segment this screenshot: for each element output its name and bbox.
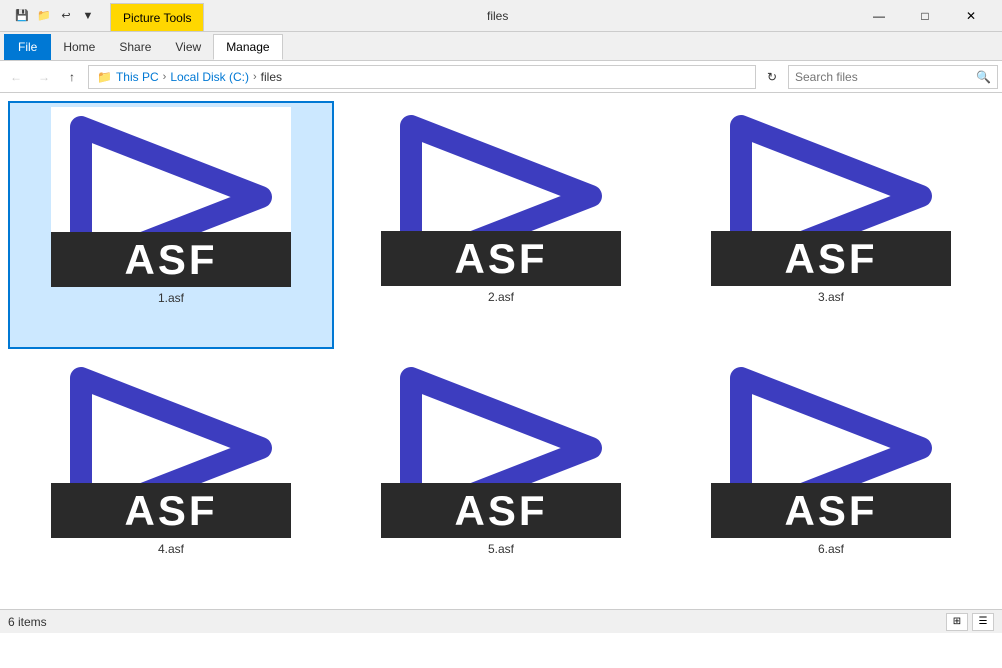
file-name: 5.asf [488,542,514,556]
address-bar: ← → ↑ 📁 This PC › Local Disk (C:) › file… [0,61,1002,93]
file-item[interactable]: ASF 4.asf [8,353,334,601]
file-thumbnail: ASF [711,106,951,286]
refresh-button[interactable]: ↻ [760,65,784,89]
svg-text:ASF: ASF [785,487,878,534]
file-item[interactable]: ASF 2.asf [338,101,664,349]
asf-icon: ASF [381,106,621,286]
svg-text:ASF: ASF [455,487,548,534]
toolbar-dropdown-icon[interactable]: ▼ [78,6,98,26]
file-thumbnail: ASF [711,358,951,538]
file-item[interactable]: ASF 1.asf [8,101,334,349]
file-name: 4.asf [158,542,184,556]
breadcrumb-this-pc[interactable]: This PC [116,70,159,84]
file-thumbnail: ASF [381,358,621,538]
up-button[interactable]: ↑ [60,65,84,89]
breadcrumb-files: files [261,70,282,84]
asf-icon: ASF [381,358,621,538]
maximize-button[interactable]: □ [902,0,948,32]
ribbon-tabs: File Home Share View Manage [0,32,1002,60]
file-name: 6.asf [818,542,844,556]
view-controls: ⊞ ☰ [946,613,994,631]
quick-access-toolbar: 💾 📁 ↩ ▼ [8,4,102,28]
svg-text:ASF: ASF [785,235,878,282]
status-bar: 6 items ⊞ ☰ [0,609,1002,633]
close-button[interactable]: ✕ [948,0,994,32]
address-input[interactable]: 📁 This PC › Local Disk (C:) › files [88,65,756,89]
folder-icon[interactable]: 📁 [34,6,54,26]
file-name: 2.asf [488,290,514,304]
file-item[interactable]: ASF 3.asf [668,101,994,349]
back-button[interactable]: ← [4,65,28,89]
tab-home[interactable]: Home [51,34,107,60]
search-box[interactable]: 🔍 [788,65,998,89]
asf-icon: ASF [51,358,291,538]
file-thumbnail: ASF [51,107,291,287]
file-item[interactable]: ASF 6.asf [668,353,994,601]
window-title: files [487,9,856,23]
minimize-button[interactable]: — [856,0,902,32]
asf-icon: ASF [51,107,291,287]
tab-manage[interactable]: Manage [213,34,282,60]
tab-view[interactable]: View [163,34,213,60]
undo-icon[interactable]: ↩ [56,6,76,26]
file-thumbnail: ASF [51,358,291,538]
picture-tools-tab[interactable]: Picture Tools [110,3,204,31]
svg-text:ASF: ASF [455,235,548,282]
status-count: 6 items [8,615,47,629]
picture-tools-label: Picture Tools [123,11,191,25]
file-grid: ASF 1.asf ASF [0,93,1002,609]
folder-small-icon: 📁 [97,70,112,84]
file-thumbnail: ASF [381,106,621,286]
search-icon: 🔍 [976,70,991,84]
window-controls: — □ ✕ [856,0,994,32]
file-item[interactable]: ASF 5.asf [338,353,664,601]
file-name: 1.asf [158,291,184,305]
ribbon: File Home Share View Manage [0,32,1002,61]
save-icon[interactable]: 💾 [12,6,32,26]
tab-file[interactable]: File [4,34,51,60]
breadcrumb-local-disk[interactable]: Local Disk (C:) [170,70,249,84]
asf-icon: ASF [711,358,951,538]
tab-share[interactable]: Share [107,34,163,60]
svg-text:ASF: ASF [125,487,218,534]
title-bar: 💾 📁 ↩ ▼ Picture Tools files — □ ✕ [0,0,1002,32]
file-name: 3.asf [818,290,844,304]
search-input[interactable] [795,70,972,84]
asf-icon: ASF [711,106,951,286]
title-tabs: Picture Tools [110,0,479,31]
svg-text:ASF: ASF [125,236,218,283]
list-view-button[interactable]: ☰ [972,613,994,631]
content-area: ASF 1.asf ASF [0,93,1002,609]
large-icons-view-button[interactable]: ⊞ [946,613,968,631]
forward-button[interactable]: → [32,65,56,89]
